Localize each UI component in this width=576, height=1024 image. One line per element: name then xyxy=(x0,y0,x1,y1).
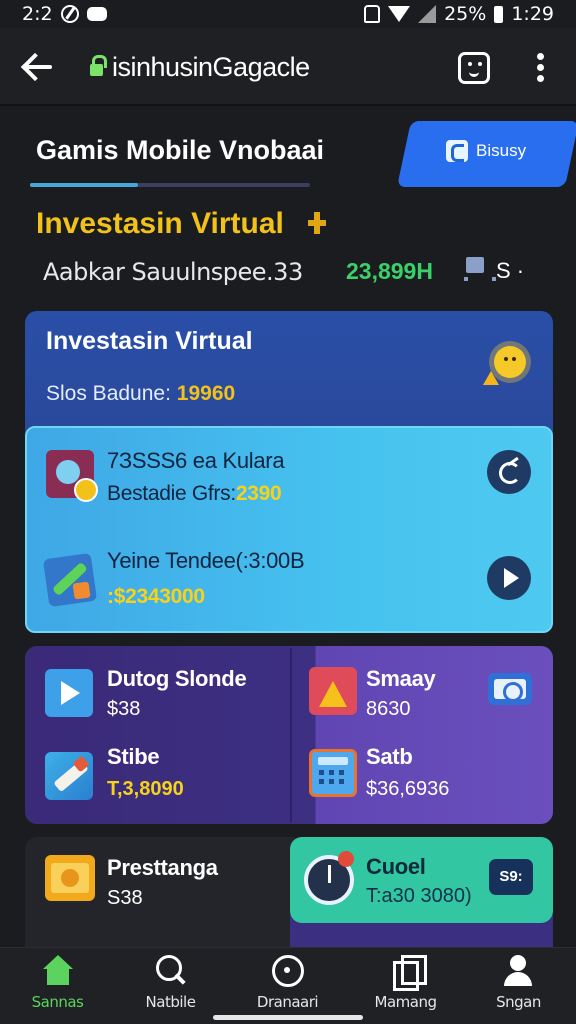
list-item-sub: :$2343000 xyxy=(107,585,205,608)
page-tab-title[interactable]: Gamis Mobile Vnobaai xyxy=(36,135,324,166)
dollar-icon xyxy=(308,212,326,234)
bisnis-button-label: Bisusy xyxy=(476,141,527,160)
summary-label: Aabkar Sauulnspee.33 xyxy=(43,258,303,286)
star-icon[interactable] xyxy=(309,667,357,715)
tile-title[interactable]: Stibe xyxy=(107,744,160,770)
tile-title[interactable]: Dutog Slonde xyxy=(107,666,247,692)
more-options-icon[interactable] xyxy=(537,53,545,83)
list-item-title[interactable]: Yeine Tendee(:3:00B xyxy=(107,548,305,574)
back-arrow-icon[interactable] xyxy=(22,52,56,82)
home-icon xyxy=(41,955,75,987)
list-item-sub-label: Bestadie Gfrs: xyxy=(107,482,236,505)
sun-icon xyxy=(483,337,535,387)
tile-sub: T:a30 3080) xyxy=(366,885,472,907)
bisnis-button-content[interactable]: Bisusy xyxy=(446,140,526,162)
tile-title[interactable]: Presttanga xyxy=(107,855,218,881)
tile-sub: T,3,8090 xyxy=(107,778,184,800)
card-divider xyxy=(290,648,292,822)
card-balance: Slos Badune: 19960 xyxy=(46,382,235,406)
tile-sub: 8630 xyxy=(366,698,411,720)
message-button[interactable]: S9: xyxy=(489,859,533,895)
sync-off-icon xyxy=(60,5,79,23)
nav-item-pages[interactable]: Mamang xyxy=(348,955,463,1019)
card-title: Investasin Virtual xyxy=(46,327,253,355)
status-time-right: 1:29 xyxy=(511,3,554,25)
nav-label: Dranaari xyxy=(256,993,319,1011)
nav-label: Mamang xyxy=(374,993,437,1011)
section-title: Investasin Virtual xyxy=(36,207,284,240)
balance-value: 19960 xyxy=(176,382,236,405)
portfolio-icon xyxy=(46,450,98,502)
chart-tool-icon xyxy=(42,552,98,608)
play-store-icon[interactable] xyxy=(45,669,93,717)
pages-icon xyxy=(389,955,427,991)
cart-icon[interactable] xyxy=(464,255,496,285)
wifi-icon xyxy=(388,6,411,22)
camera-icon[interactable] xyxy=(488,673,532,705)
nav-item-home[interactable]: Sannas xyxy=(0,955,115,1019)
face-icon[interactable] xyxy=(458,52,490,84)
tile-sub: S38 xyxy=(107,887,143,909)
coin-icon xyxy=(45,855,95,901)
list-item-sub-value: 2390 xyxy=(235,482,282,505)
nav-label: Natbile xyxy=(145,993,196,1011)
list-item-sub: Bestadie Gfrs:2390 xyxy=(107,482,282,506)
status-time-left: 2:2 xyxy=(22,3,53,25)
list-item-title[interactable]: 7ЗSSS6 ea Kulara xyxy=(107,448,285,474)
user-icon xyxy=(502,955,536,987)
tile-title[interactable]: Smaay xyxy=(366,666,436,692)
cart-label: S · xyxy=(496,258,525,283)
mute-icon xyxy=(364,5,381,23)
search-icon xyxy=(154,955,188,987)
home-indicator[interactable] xyxy=(213,1015,363,1020)
summary-value: 23,899H xyxy=(346,258,433,284)
balance-label: Slos Badune: xyxy=(46,382,171,405)
tile-title[interactable]: Cuoel xyxy=(366,854,426,880)
battery-percent: 25% xyxy=(444,3,487,25)
browser-app-bar: isinhusinGagacle xyxy=(0,28,576,106)
investment-list-panel xyxy=(25,426,553,633)
nav-item-user[interactable]: Sngan xyxy=(461,955,576,1019)
disc-icon xyxy=(271,955,305,987)
calculator-icon[interactable] xyxy=(309,749,357,797)
url-field[interactable]: isinhusinGagacle xyxy=(112,52,310,83)
nav-item-search[interactable]: Natbile xyxy=(113,955,228,1019)
status-bar: 2:2 25% 1:29 xyxy=(0,0,576,28)
battery-icon xyxy=(494,5,504,23)
tile-sub: $38 xyxy=(107,698,141,720)
tab-underline xyxy=(30,183,310,187)
refresh-icon[interactable] xyxy=(487,450,531,494)
games-card xyxy=(25,646,553,824)
pen-icon[interactable] xyxy=(45,752,93,800)
nav-item-disc[interactable]: Dranaari xyxy=(230,955,345,1019)
tile-title[interactable]: Satb xyxy=(366,744,413,770)
play-icon[interactable] xyxy=(487,556,531,600)
nav-label: Sannas xyxy=(31,993,84,1011)
nav-label: Sngan xyxy=(496,993,541,1011)
tile-sub: $36,6936 xyxy=(366,778,450,800)
timer-icon xyxy=(304,851,354,905)
signal-icon xyxy=(418,5,437,23)
business-icon xyxy=(446,140,468,162)
lock-icon xyxy=(90,55,107,77)
notification-icon xyxy=(86,7,107,21)
